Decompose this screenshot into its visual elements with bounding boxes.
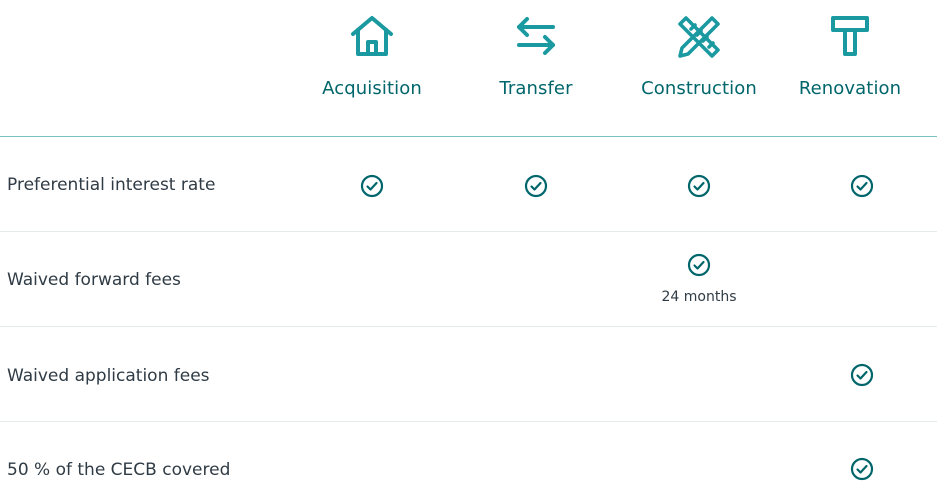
check-circle-icon xyxy=(850,457,874,481)
row-label: 50 % of the CECB covered xyxy=(7,460,231,480)
table-row: Preferential interest rate xyxy=(0,137,937,231)
check-circle-icon xyxy=(524,174,548,198)
column-label: Renovation xyxy=(798,78,902,99)
column-label: Construction xyxy=(641,78,757,99)
check-circle-icon xyxy=(850,174,874,198)
check-circle-icon xyxy=(687,253,711,277)
table-row: Waived application fees xyxy=(0,327,937,421)
row-label: Preferential interest rate xyxy=(7,175,216,195)
check-circle-icon xyxy=(360,174,384,198)
check-circle-icon xyxy=(850,363,874,387)
table-row: 50 % of the CECB covered xyxy=(0,422,937,481)
row-label: Waived forward fees xyxy=(7,270,181,290)
row-label: Waived application fees xyxy=(7,366,210,386)
comparison-table: Acquisition Transfer Construction Renova… xyxy=(0,0,937,481)
check-circle-icon xyxy=(687,174,711,198)
transfer-arrows-icon xyxy=(511,12,561,58)
column-label: Acquisition xyxy=(322,78,422,99)
cell-note: 24 months xyxy=(661,289,737,305)
table-row: Waived forward fees 24 months xyxy=(0,232,937,326)
house-icon xyxy=(347,12,397,58)
hammer-icon xyxy=(825,12,875,58)
ruler-pencil-icon xyxy=(674,12,724,58)
column-label: Transfer xyxy=(499,78,573,99)
